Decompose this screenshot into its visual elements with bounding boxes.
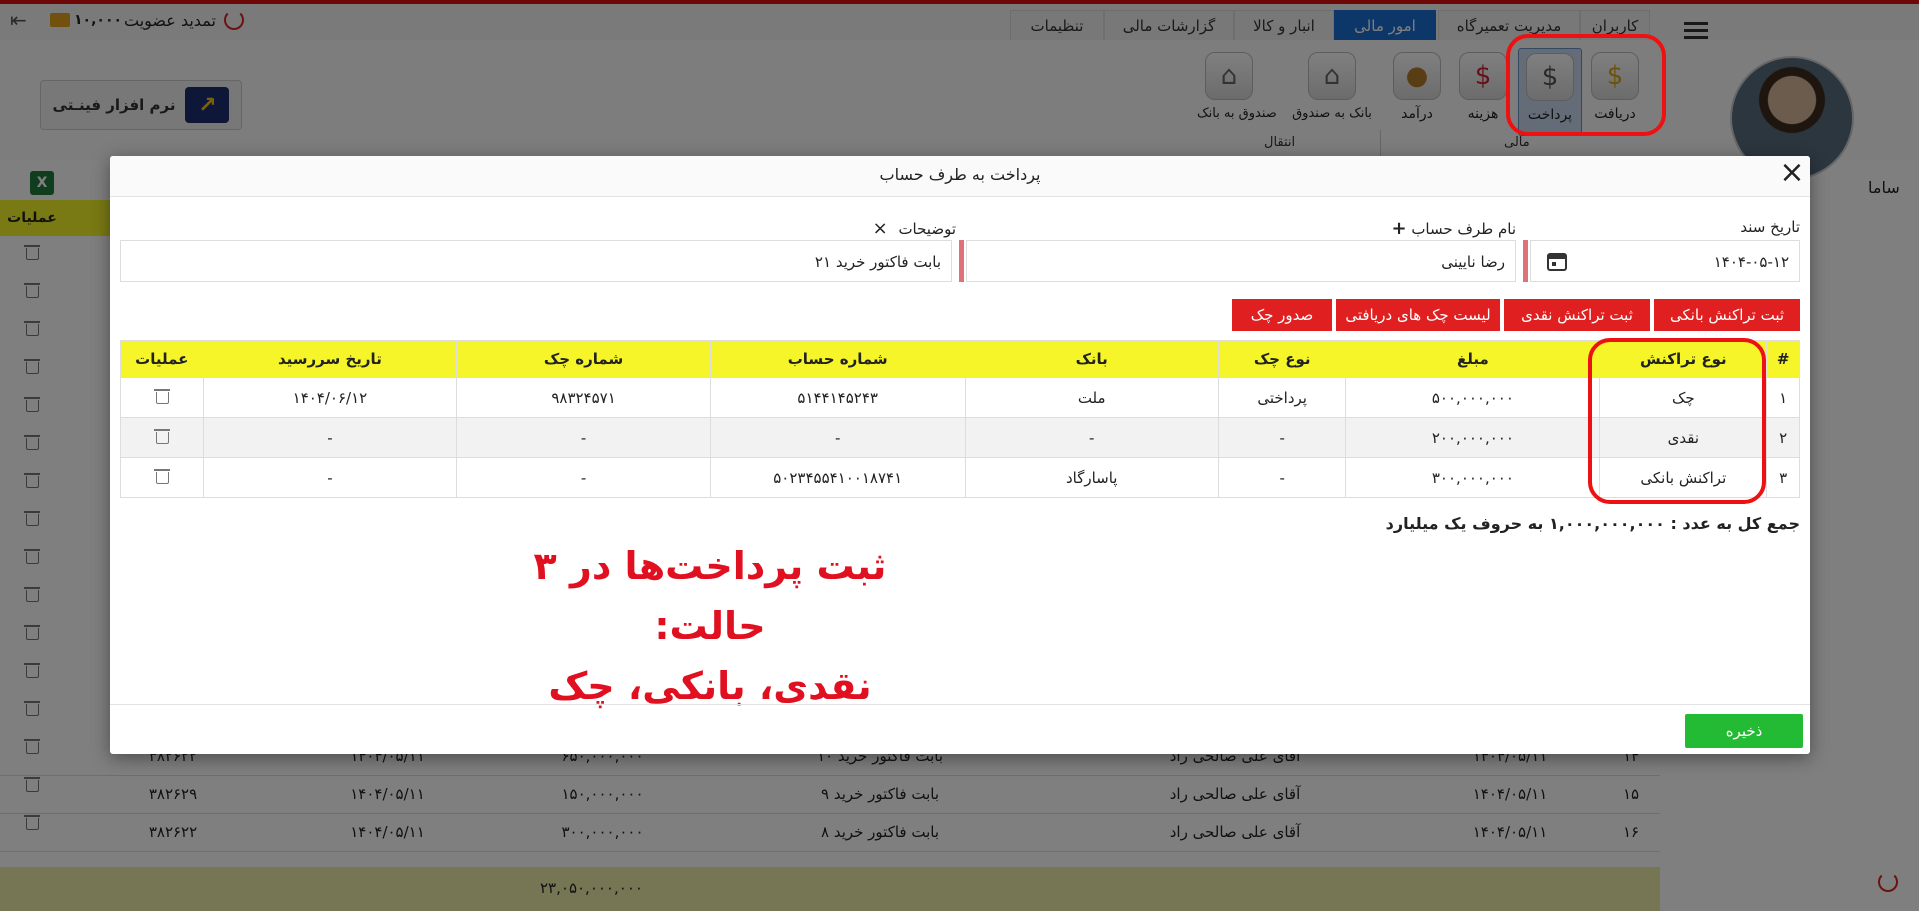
table-row[interactable]: ۳ تراکنش بانکی ۳۰۰,۰۰۰,۰۰۰ - پاسارگاد ۵۰… bbox=[120, 457, 1800, 498]
save-button[interactable]: ذخیره bbox=[1685, 714, 1803, 748]
trash-icon[interactable] bbox=[153, 388, 170, 404]
doc-date-accent bbox=[1523, 240, 1528, 282]
account-label: نام طرف حساب + bbox=[1391, 218, 1516, 239]
bank-transaction-button[interactable]: ثبت تراکنش بانکی bbox=[1654, 299, 1800, 331]
highlight-payment-button bbox=[1506, 34, 1666, 136]
account-field[interactable]: رضا نایینی bbox=[966, 240, 1516, 282]
calendar-icon[interactable] bbox=[1546, 250, 1568, 272]
notes-field[interactable]: بابت فاکتور خرید ۲۱ bbox=[120, 240, 952, 282]
payment-dialog: پرداخت به طرف حساب × تاریخ سند ۱۴۰۴-۰۵-۱… bbox=[110, 156, 1810, 754]
notes-label: توضیحات × bbox=[872, 218, 956, 239]
trash-icon[interactable] bbox=[153, 428, 170, 444]
highlight-transaction-type-column bbox=[1588, 338, 1766, 504]
dialog-footer-divider bbox=[110, 704, 1810, 705]
table-row[interactable]: ۲ نقدی ۲۰۰,۰۰۰,۰۰۰ - - - - - bbox=[120, 417, 1800, 458]
doc-date-label: تاریخ سند bbox=[1740, 218, 1800, 236]
table-row[interactable]: ۱ چک ۵۰۰,۰۰۰,۰۰۰ پرداختی ملت ۵۱۴۴۱۴۵۲۴۳ … bbox=[120, 377, 1800, 418]
trash-icon[interactable] bbox=[153, 468, 170, 484]
close-icon[interactable]: × bbox=[1778, 158, 1806, 190]
total-amount: جمع کل به عدد : ۱,۰۰۰,۰۰۰,۰۰۰ به حروف یک… bbox=[1385, 514, 1800, 533]
account-accent bbox=[959, 240, 964, 282]
dialog-header: پرداخت به طرف حساب × bbox=[110, 156, 1810, 197]
issue-check-button[interactable]: صدور چک bbox=[1232, 299, 1332, 331]
annotation-text: ثبت پرداخت‌ها در ۳ حالت: نقدی، بانکی، چک bbox=[533, 544, 887, 708]
add-account-icon[interactable]: + bbox=[1391, 218, 1406, 239]
doc-date-field[interactable]: ۱۴۰۴-۰۵-۱۲ bbox=[1530, 240, 1800, 282]
dialog-title: پرداخت به طرف حساب bbox=[879, 165, 1041, 184]
transactions-table: # نوع تراکنش مبلغ نوع چک بانک شماره حساب… bbox=[120, 340, 1800, 498]
clear-notes-icon[interactable]: × bbox=[873, 218, 894, 239]
cash-transaction-button[interactable]: ثبت تراکنش نقدی bbox=[1504, 299, 1650, 331]
received-checks-button[interactable]: لیست چک های دریافتی bbox=[1336, 299, 1500, 331]
table-header: # نوع تراکنش مبلغ نوع چک بانک شماره حساب… bbox=[120, 340, 1800, 378]
